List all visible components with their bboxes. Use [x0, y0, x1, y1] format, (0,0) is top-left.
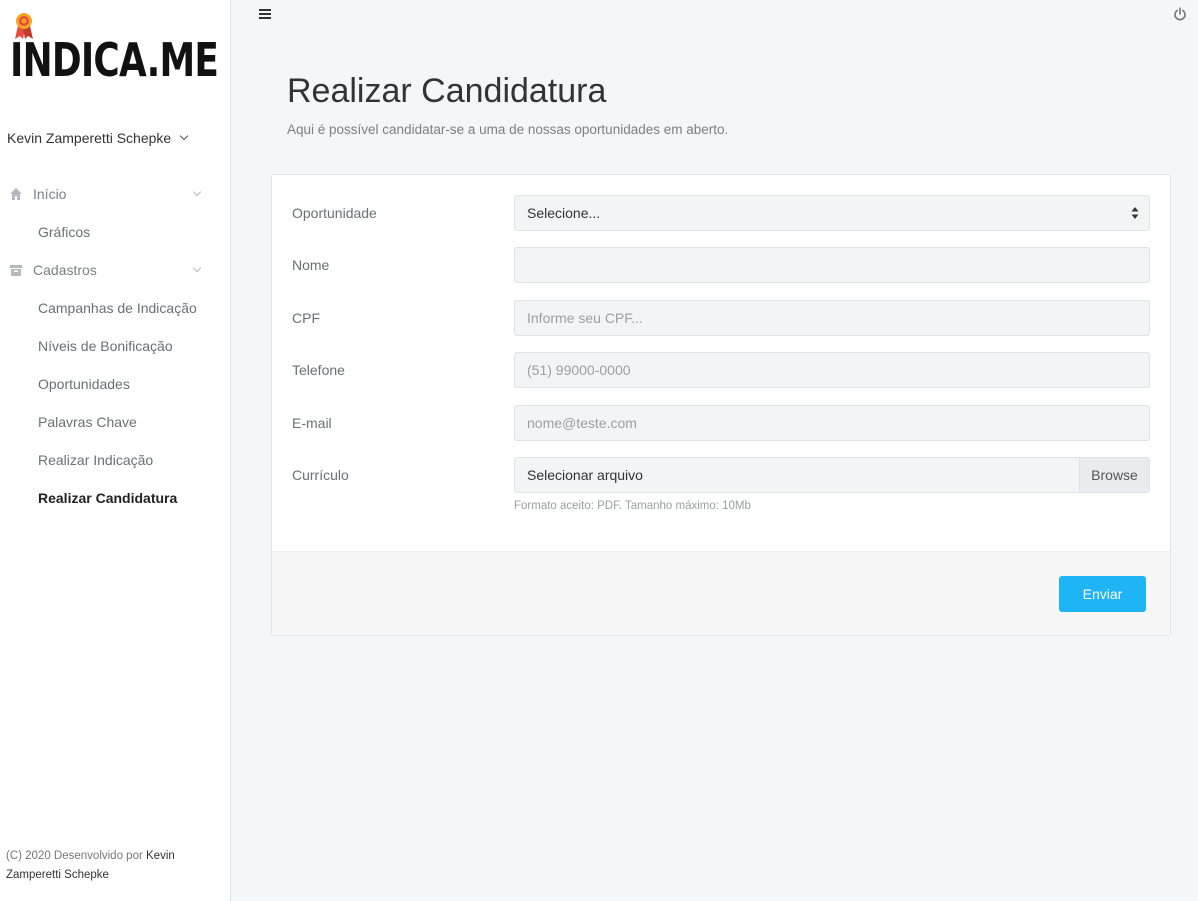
sidebar-item-oportunidades[interactable]: Oportunidades — [38, 365, 130, 403]
email-input[interactable] — [514, 405, 1150, 441]
sidebar: INDICA.ME Kevin Zamperetti Schepke Iníci… — [0, 0, 231, 901]
user-menu[interactable]: Kevin Zamperetti Schepke — [7, 130, 189, 146]
sidebar-group-label: Cadastros — [33, 262, 97, 278]
curriculo-help-text: Formato aceito: PDF. Tamanho máximo: 10M… — [514, 500, 751, 512]
select-arrows-icon — [1131, 207, 1139, 219]
archive-icon — [10, 265, 22, 276]
chevron-down-icon — [192, 187, 202, 197]
curriculo-file-input[interactable]: Selecionar arquivo Browse — [514, 457, 1150, 493]
oportunidade-selected-value: Selecione... — [527, 205, 601, 221]
cpf-input[interactable] — [514, 300, 1150, 336]
file-input-text: Selecionar arquivo — [527, 467, 643, 483]
app-logo[interactable]: INDICA.ME — [10, 12, 219, 92]
oportunidade-select[interactable]: Selecione... — [514, 195, 1150, 231]
card-footer: Enviar — [272, 551, 1170, 635]
telefone-input[interactable] — [514, 352, 1150, 388]
cpf-label: CPF — [292, 310, 320, 326]
nome-label: Nome — [292, 257, 330, 273]
sidebar-group-label: Início — [33, 186, 67, 202]
sidebar-group-cadastros[interactable]: Cadastros — [0, 251, 231, 289]
sidebar-item-palavras-chave[interactable]: Palavras Chave — [38, 403, 137, 441]
topbar — [232, 0, 1198, 30]
sidebar-item-realizar-indicacao[interactable]: Realizar Indicação — [38, 441, 153, 479]
email-label: E-mail — [292, 415, 332, 431]
page-subtitle: Aqui é possível candidatar-se a uma de n… — [287, 122, 729, 137]
power-icon[interactable] — [1173, 7, 1187, 21]
nome-input[interactable] — [514, 247, 1150, 283]
enviar-button[interactable]: Enviar — [1059, 576, 1146, 612]
telefone-label: Telefone — [292, 362, 345, 378]
sidebar-footer: (C) 2020 Desenvolvido por Kevin Zamperet… — [6, 847, 206, 885]
chevron-down-icon — [179, 131, 189, 141]
sidebar-item-graficos[interactable]: Gráficos — [38, 213, 90, 251]
sidebar-item-realizar-candidatura[interactable]: Realizar Candidatura — [38, 479, 177, 517]
chevron-down-icon — [192, 263, 202, 273]
footer-text: (C) 2020 Desenvolvido por — [6, 850, 146, 862]
user-name: Kevin Zamperetti Schepke — [7, 130, 172, 146]
browse-button[interactable]: Browse — [1079, 458, 1149, 492]
page-title: Realizar Candidatura — [287, 72, 607, 110]
logo-text: INDICA.ME — [10, 33, 219, 87]
sidebar-item-campanhas[interactable]: Campanhas de Indicação — [38, 289, 197, 327]
oportunidade-label: Oportunidade — [292, 205, 377, 221]
home-icon — [10, 188, 22, 200]
sidebar-item-niveis-bonificacao[interactable]: Níveis de Bonificação — [38, 327, 173, 365]
hamburger-icon[interactable] — [259, 9, 271, 19]
application-form-card: Oportunidade Selecione... Nome CPF Telef… — [271, 174, 1171, 636]
sidebar-group-inicio[interactable]: Início — [0, 175, 231, 213]
curriculo-label: Currículo — [292, 467, 349, 483]
